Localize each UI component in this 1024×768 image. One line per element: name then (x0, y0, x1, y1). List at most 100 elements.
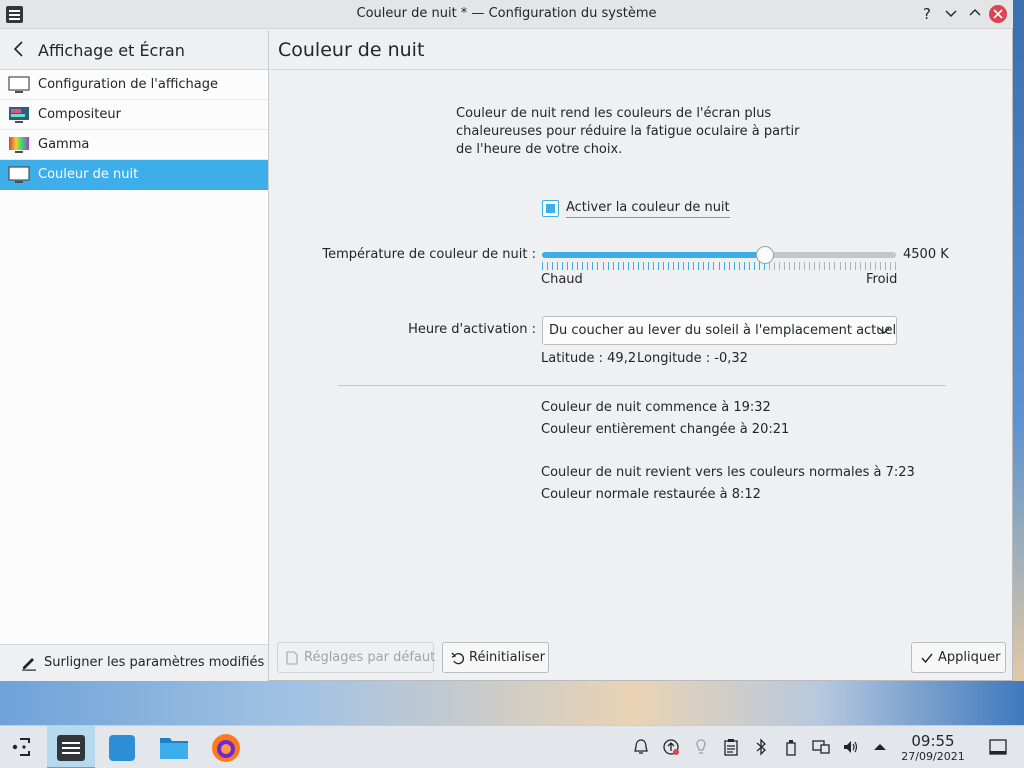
slider-tick (708, 262, 709, 270)
slider-tick (653, 262, 654, 270)
sidebar-item-label: Couleur de nuit (38, 167, 139, 182)
slider-tick (829, 262, 830, 270)
bluetooth-icon[interactable] (752, 738, 770, 756)
slider-tick (658, 262, 659, 270)
sidebar-item-display-config[interactable]: Configuration de l'affichage (0, 70, 268, 100)
maximize-icon[interactable] (965, 4, 985, 24)
enable-night-color-checkbox[interactable] (542, 200, 559, 217)
highlight-changed-label: Surligner les paramètres modifiés (44, 655, 265, 670)
notifications-icon[interactable] (632, 738, 650, 756)
temperature-slider[interactable] (542, 246, 896, 275)
slider-tick (567, 262, 568, 270)
slider-tick (804, 262, 805, 270)
undo-icon (451, 652, 464, 665)
slider-tick (744, 262, 745, 270)
slider-tick (769, 262, 770, 270)
schedule-revert-text: Couleur de nuit revient vers les couleur… (541, 465, 915, 480)
slider-tick (719, 262, 720, 270)
defaults-button[interactable]: Réglages par défaut (277, 642, 436, 673)
slider-tick (784, 262, 785, 270)
digital-clock[interactable]: 09:55 27/09/2021 (897, 733, 969, 764)
slider-tick (799, 262, 800, 270)
taskbar: 09:55 27/09/2021 (0, 725, 1024, 768)
slider-tick (724, 262, 725, 270)
expand-tray-icon[interactable] (871, 738, 889, 756)
slider-tick (572, 262, 573, 270)
taskbar-files[interactable] (152, 726, 196, 768)
slider-tick (890, 262, 891, 270)
clock-time: 09:55 (911, 732, 955, 750)
window-title: Couleur de nuit * — Configuration du sys… (356, 6, 657, 21)
updates-icon[interactable] (662, 738, 680, 756)
slider-tick (850, 262, 851, 270)
folder-icon (160, 738, 188, 759)
cold-label: Froid (866, 272, 898, 287)
highlight-changed-button[interactable]: Surligner les paramètres modifiés (0, 644, 268, 681)
main-header: Couleur de nuit (270, 30, 1013, 70)
apply-button[interactable]: Appliquer (911, 642, 1006, 673)
night-color-icon (8, 166, 30, 183)
slider-tick (693, 262, 694, 270)
pen-icon (22, 658, 36, 671)
schedule-start-text: Couleur de nuit commence à 19:32 (541, 400, 771, 415)
volume-icon[interactable] (842, 738, 860, 756)
slider-tick (668, 262, 669, 270)
title-bar[interactable]: Couleur de nuit * — Configuration du sys… (0, 0, 1013, 29)
slider-tick (865, 262, 866, 270)
help-icon[interactable]: ? (917, 4, 937, 24)
slider-tick (542, 262, 543, 270)
slider-tick (749, 262, 750, 270)
taskbar-discover[interactable] (100, 726, 144, 768)
slider-tick (824, 262, 825, 270)
slider-tick (628, 262, 629, 270)
slider-tick (845, 262, 846, 270)
slider-tick (673, 262, 674, 270)
slider-handle[interactable] (756, 246, 774, 264)
slider-ticks (542, 262, 896, 270)
reset-button-label: Réinitialiser (469, 650, 545, 665)
activation-time-label: Heure d'activation : (408, 322, 536, 337)
reset-button[interactable]: Réinitialiser (442, 642, 549, 673)
slider-tick (875, 262, 876, 270)
enable-night-color-label[interactable]: Activer la couleur de nuit (566, 200, 730, 218)
slider-tick (880, 262, 881, 270)
sidebar-item-compositor[interactable]: Compositeur (0, 100, 268, 130)
sidebar-item-label: Gamma (38, 137, 90, 152)
clock-date: 27/09/2021 (901, 750, 965, 763)
chevron-down-icon (878, 327, 890, 334)
sidebar-item-gamma[interactable]: Gamma (0, 130, 268, 160)
slider-tick (608, 262, 609, 270)
main-panel: Couleur de nuit Couleur de nuit rend les… (270, 30, 1013, 681)
slider-tick (703, 262, 704, 270)
activation-time-value: Du coucher au lever du soleil à l'emplac… (549, 323, 897, 338)
taskbar-system-settings[interactable] (47, 726, 95, 768)
minimize-icon[interactable] (941, 4, 961, 24)
slider-tick (643, 262, 644, 270)
gamma-icon (9, 137, 29, 153)
launcher-icon (12, 738, 30, 756)
latitude-text: Latitude : 49,2 (541, 351, 637, 366)
settings-window: Couleur de nuit * — Configuration du sys… (0, 0, 1013, 681)
system-settings-icon (57, 735, 85, 761)
slider-tick (789, 262, 790, 270)
slider-tick (819, 262, 820, 270)
slider-tick (552, 262, 553, 270)
activation-time-select[interactable]: Du coucher au lever du soleil à l'emplac… (542, 316, 897, 345)
night-color-tray-icon[interactable] (692, 738, 710, 756)
slider-tick (683, 262, 684, 270)
slider-tick (557, 262, 558, 270)
sidebar-header[interactable]: Affichage et Écran (0, 30, 268, 70)
schedule-restored-text: Couleur normale restaurée à 8:12 (541, 487, 761, 502)
slider-tick (739, 262, 740, 270)
removable-devices-icon[interactable] (782, 738, 800, 756)
defaults-button-label: Réglages par défaut (304, 650, 436, 665)
slider-tick (603, 262, 604, 270)
close-icon[interactable] (989, 5, 1007, 23)
back-arrow-icon[interactable] (12, 40, 26, 58)
show-desktop-icon[interactable] (988, 738, 1008, 756)
taskbar-firefox[interactable] (204, 726, 248, 768)
sidebar-item-night-color[interactable]: Couleur de nuit (0, 160, 268, 190)
network-icon[interactable] (812, 738, 830, 756)
application-launcher[interactable] (0, 726, 44, 768)
clipboard-icon[interactable] (722, 738, 740, 756)
